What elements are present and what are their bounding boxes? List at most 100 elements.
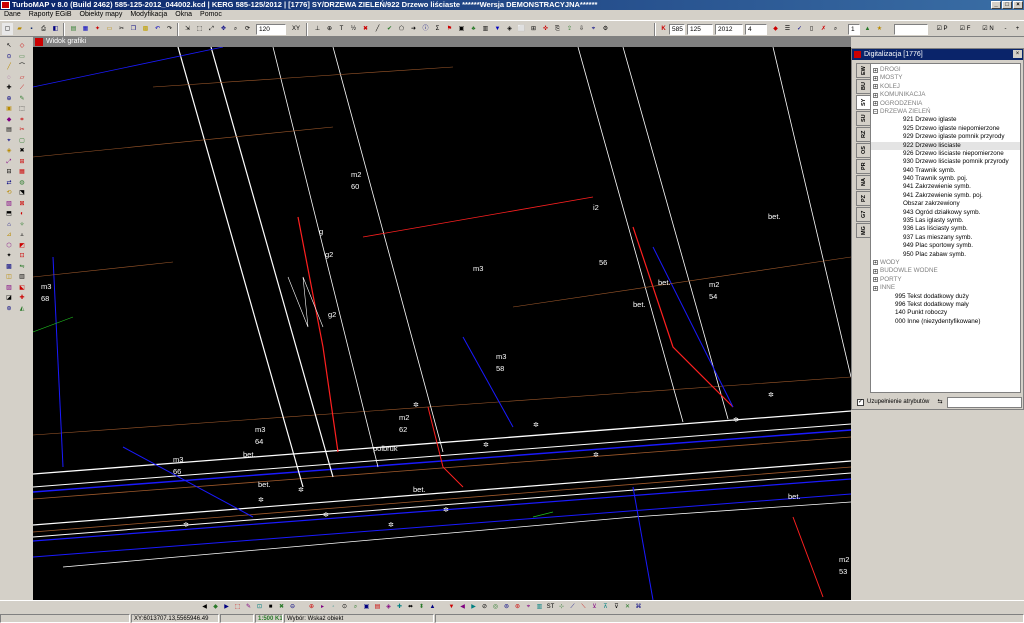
left-tool-icon[interactable]: ⊡: [16, 251, 28, 261]
bottom-tool-icon[interactable]: ST: [546, 603, 555, 612]
left-tool-icon[interactable]: ⤢: [3, 157, 15, 167]
open-icon[interactable]: ▰: [14, 23, 25, 35]
bottom-tool-icon[interactable]: ⬍: [417, 603, 426, 612]
check-f[interactable]: ☑ F: [954, 23, 976, 35]
lock-icon[interactable]: ▣: [456, 23, 467, 35]
kerg-find-icon[interactable]: ⌕: [830, 23, 841, 35]
bottom-tool-icon[interactable]: ▤: [373, 603, 382, 612]
expand-icon[interactable]: +: [873, 84, 878, 90]
left-tool-icon[interactable]: ⊞: [16, 157, 28, 167]
bottom-tool-icon[interactable]: ⬌: [406, 603, 415, 612]
left-tool-icon[interactable]: ▵: [16, 230, 28, 240]
bottom-tool-icon[interactable]: ◈: [384, 603, 393, 612]
kerg-list-icon[interactable]: ☰: [782, 23, 793, 35]
tree-item[interactable]: 941 Zakrzewienie symb. poj.: [871, 192, 1020, 200]
measure-icon[interactable]: ⊥: [312, 23, 323, 35]
bottom-tool-icon[interactable]: ⊹: [557, 603, 566, 612]
bottom-tool-icon[interactable]: ▶: [469, 603, 478, 612]
digitalizacja-close-button[interactable]: ×: [1013, 50, 1022, 58]
map-view-window[interactable]: Widok grafiki m2 60 g2 g2 g m3 56 m2 54 bet. bet. m…: [33, 37, 851, 600]
aux-field[interactable]: [894, 24, 928, 35]
kerg-book-icon[interactable]: ▯: [806, 23, 817, 35]
scale-unit[interactable]: XY: [289, 23, 303, 35]
left-tool-icon[interactable]: ⇄: [3, 178, 15, 188]
tree-item[interactable]: 922 Drzewo liściaste: [871, 141, 1020, 150]
pan-icon[interactable]: ✥: [218, 23, 229, 35]
expand-icon[interactable]: −: [873, 109, 878, 115]
undo-icon[interactable]: ↶: [152, 23, 163, 35]
left-tool-icon[interactable]: ⬕: [16, 283, 28, 293]
left-tool-icon[interactable]: ▣: [3, 104, 15, 114]
bottom-tool-icon[interactable]: ◎: [491, 603, 500, 612]
menu-modyfikacja[interactable]: Modyfikacja: [130, 10, 167, 20]
grid-icon[interactable]: ▦: [80, 23, 91, 35]
left-tool-icon[interactable]: ⬔: [16, 188, 28, 198]
tree-item[interactable]: 940 Trawnik symb.: [871, 167, 1020, 175]
tree-item[interactable]: 937 Las mieszany symb.: [871, 234, 1020, 242]
tree-item[interactable]: 926 Drzewo liściaste niepomierzone: [871, 150, 1020, 158]
tree-item[interactable]: 000 Inne (niezydentyfikowane): [871, 318, 1020, 326]
text-icon[interactable]: T: [336, 23, 347, 35]
tree-group[interactable]: + KOLEJ: [871, 83, 1020, 91]
menu-raporty-egib[interactable]: Raporty EGiB: [29, 10, 72, 20]
map-canvas[interactable]: m2 60 g2 g2 g m3 56 m2 54 bet. bet. m3 58 m2 62 polbruk…: [33, 47, 851, 600]
zoom-in-icon[interactable]: +: [1012, 23, 1023, 35]
left-tool-icon[interactable]: ◈: [3, 146, 15, 156]
export-icon[interactable]: ⇪: [564, 23, 575, 35]
bottom-tool-icon[interactable]: ⊘: [480, 603, 489, 612]
refresh-icon[interactable]: ⟳: [242, 23, 253, 35]
zoom-out-icon[interactable]: -: [1000, 23, 1011, 35]
tree-item[interactable]: 996 Tekst dodatkowy mały: [871, 301, 1020, 309]
left-tool-icon[interactable]: ⊿: [3, 230, 15, 240]
tree-item[interactable]: 995 Tekst dodatkowy duży: [871, 293, 1020, 301]
bottom-tool-icon[interactable]: ◀: [458, 603, 467, 612]
menu-dane[interactable]: Dane: [4, 10, 21, 20]
sum-icon[interactable]: Σ: [432, 23, 443, 35]
left-tool-icon[interactable]: ✚: [3, 83, 15, 93]
left-tool-icon[interactable]: ◩: [16, 241, 28, 251]
tree-group[interactable]: − DRZEWA ZIELEŃ: [871, 108, 1020, 116]
left-tool-icon[interactable]: ✖: [16, 146, 28, 156]
snap-icon[interactable]: ⊕: [324, 23, 335, 35]
left-tool-icon[interactable]: ◍: [16, 178, 28, 188]
bottom-tool-icon[interactable]: ⌘: [634, 603, 643, 612]
bottom-tool-icon[interactable]: ⊚: [502, 603, 511, 612]
left-tool-icon[interactable]: ⟋: [16, 83, 28, 93]
bottom-tool-icon[interactable]: ⌕: [351, 603, 360, 612]
select-icon[interactable]: ⬜: [516, 23, 527, 35]
layers-icon[interactable]: ▤: [68, 23, 79, 35]
bottom-tool-icon[interactable]: ▣: [362, 603, 371, 612]
left-tool-icon[interactable]: ⊠: [16, 199, 28, 209]
left-tool-icon[interactable]: ◪: [3, 293, 15, 303]
bottom-tool-icon[interactable]: ✕: [623, 603, 632, 612]
kerg-ok-icon[interactable]: ✓: [794, 23, 805, 35]
bottom-tool-icon[interactable]: ⌖: [524, 603, 533, 612]
left-tool-icon[interactable]: ⊟: [3, 167, 15, 177]
tree-item[interactable]: 936 Las liściasty symb.: [871, 225, 1020, 233]
expand-icon[interactable]: +: [873, 92, 878, 98]
tree-group[interactable]: + OGRODZENIA: [871, 100, 1020, 108]
bottom-tool-icon[interactable]: ⟍: [579, 603, 588, 612]
tree-item[interactable]: 930 Drzewo liściaste pomnik przyrody: [871, 158, 1020, 166]
bottom-tool-icon[interactable]: ◀: [200, 603, 209, 612]
print-icon[interactable]: ⎙: [38, 23, 49, 35]
close-button[interactable]: ×: [1013, 1, 1023, 9]
tree-item[interactable]: 925 Drzewo iglaste niepomierzone: [871, 125, 1020, 133]
bottom-tool-icon[interactable]: ▸: [318, 603, 327, 612]
tree-item[interactable]: 943 Ogród działkowy symb.: [871, 209, 1020, 217]
bottom-tool-icon[interactable]: ✖: [277, 603, 286, 612]
tree-item[interactable]: 921 Drzewo iglaste: [871, 116, 1020, 124]
attributes-button[interactable]: ⇆: [935, 398, 945, 407]
pin-icon[interactable]: ✜: [540, 23, 551, 35]
cut-icon[interactable]: ✂: [116, 23, 127, 35]
tree-group[interactable]: + INNE: [871, 284, 1020, 292]
find-icon[interactable]: ⌖: [588, 23, 599, 35]
paste-icon[interactable]: ▩: [140, 23, 151, 35]
import-icon[interactable]: ⇩: [576, 23, 587, 35]
options-icon[interactable]: ⚙: [600, 23, 611, 35]
left-tool-icon[interactable]: ◐: [16, 209, 28, 219]
left-tool-icon[interactable]: ⇋: [16, 262, 28, 272]
left-tool-icon[interactable]: ✂: [16, 125, 28, 135]
left-tool-icon[interactable]: ◌: [3, 73, 15, 83]
poly-icon[interactable]: ⬠: [396, 23, 407, 35]
